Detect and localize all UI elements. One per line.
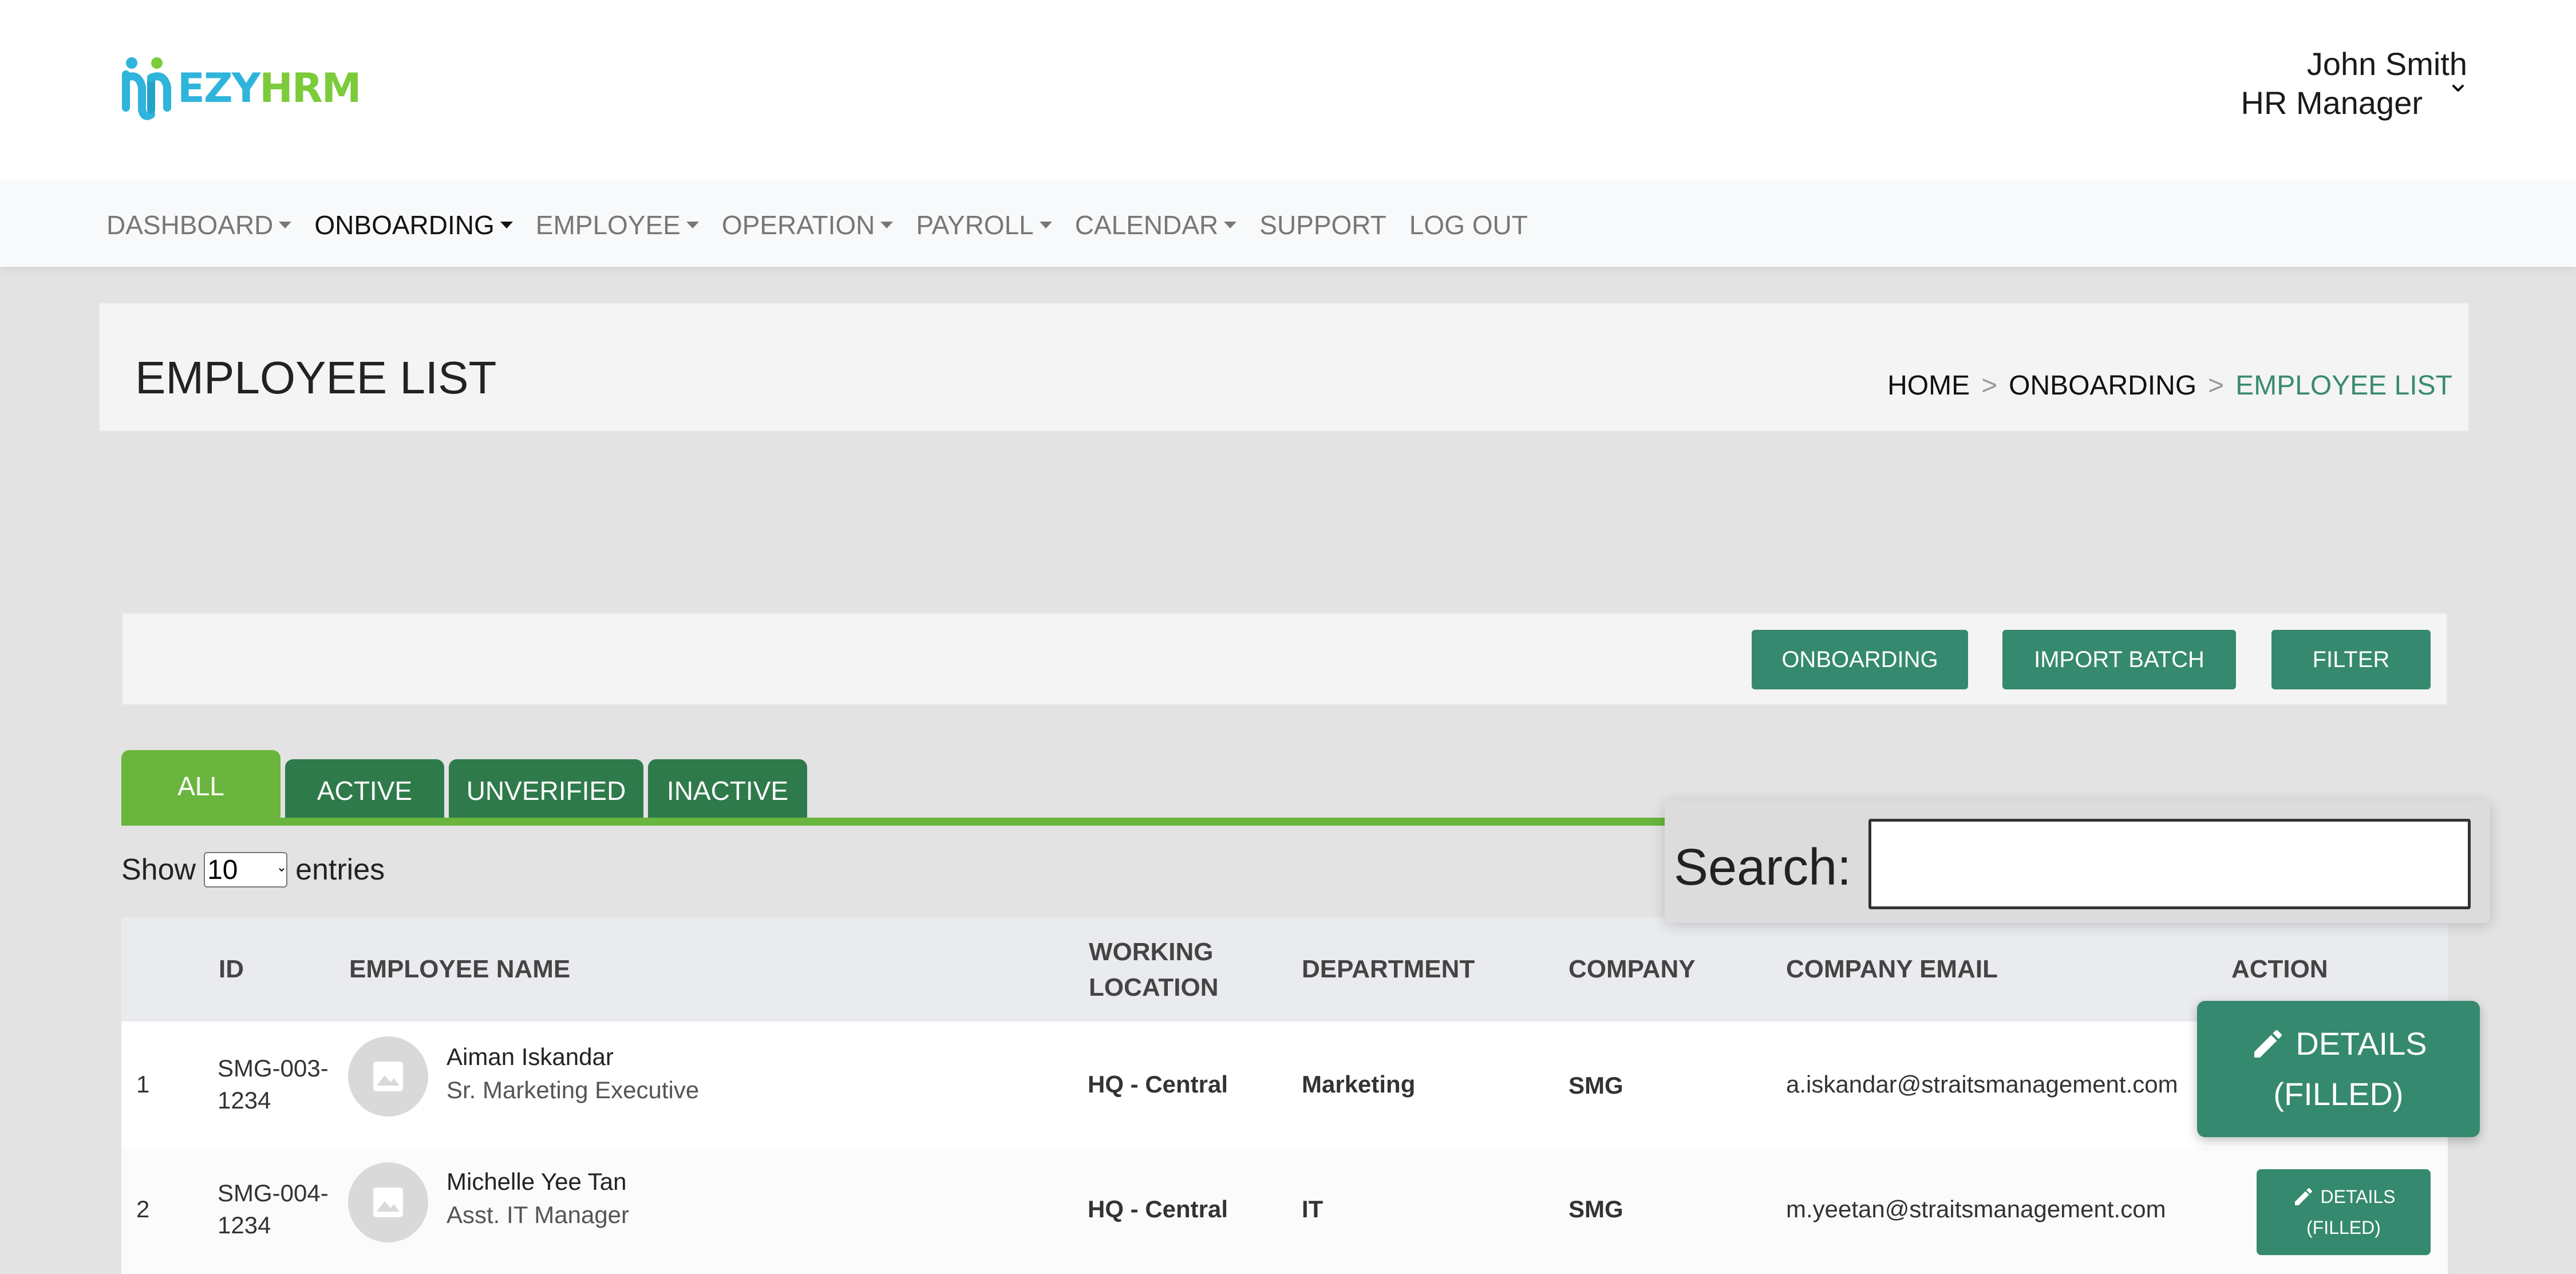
action-toolbar: ONBOARDING IMPORT BATCH FILTER — [121, 613, 2448, 705]
row-number: 2 — [136, 1196, 150, 1222]
filter-button[interactable]: FILTER — [2271, 630, 2431, 689]
table-header: ID EMPLOYEE NAME WORKING LOCATION DEPART… — [121, 917, 2448, 1021]
top-bar: EZYHRM John Smith HR Manager — [0, 0, 2576, 181]
details-status: (FILLED) — [2273, 1076, 2404, 1112]
header-action: ACTION — [2231, 955, 2328, 983]
breadcrumb-onboarding[interactable]: ONBOARDING — [2009, 370, 2196, 401]
import-batch-button[interactable]: IMPORT BATCH — [2002, 630, 2236, 689]
tab-unverified[interactable]: UNVERIFIED — [449, 759, 643, 822]
breadcrumb-home[interactable]: HOME — [1887, 370, 1970, 401]
user-role: HR Manager — [2241, 85, 2423, 121]
header-id[interactable]: ID — [219, 952, 244, 987]
company-email: m.yeetan@straitsmanagement.com — [1786, 1196, 2166, 1222]
image-placeholder-icon — [373, 1188, 403, 1217]
avatar — [348, 1036, 428, 1117]
nav-item-calendar[interactable]: CALENDAR — [1075, 210, 1237, 240]
logo-people-icon — [122, 57, 171, 120]
nav-item-operation[interactable]: OPERATION — [722, 210, 894, 240]
show-label: Show — [121, 853, 196, 886]
breadcrumb-separator: > — [2208, 370, 2225, 401]
pencil-icon — [2294, 1188, 2312, 1205]
entries-length-control: Show 10 entries — [121, 852, 385, 888]
nav-item-payroll[interactable]: PAYROLL — [916, 210, 1052, 240]
details-status: (FILLED) — [2306, 1217, 2381, 1238]
table-search: Search: — [1665, 800, 2490, 923]
search-label: Search: — [1674, 839, 1852, 896]
caret-down-icon — [1224, 222, 1237, 228]
main-navbar: DASHBOARD ONBOARDING EMPLOYEE OPERATION … — [0, 181, 2576, 267]
user-name: John Smith — [2306, 46, 2467, 82]
caret-down-icon — [500, 222, 513, 228]
caret-down-icon — [1039, 222, 1052, 228]
nav-item-onboarding[interactable]: ONBOARDING — [314, 210, 513, 240]
avatar — [348, 1162, 428, 1243]
employee-id-line2: 1234 — [218, 1087, 271, 1114]
employee-id-line1: SMG-004- — [218, 1180, 329, 1206]
header-working-location-line1: WORKING — [1089, 938, 1214, 966]
details-filled-button[interactable]: DETAILS (FILLED) — [2197, 1001, 2480, 1137]
tab-all[interactable]: ALL — [121, 750, 280, 822]
pencil-icon — [2254, 1030, 2282, 1058]
employee-id-line1: SMG-003- — [218, 1055, 329, 1082]
nav-item-employee[interactable]: EMPLOYEE — [536, 210, 699, 240]
department: IT — [1302, 1196, 1323, 1222]
header-company-email[interactable]: COMPANY EMAIL — [1786, 952, 1998, 987]
employee-id: SMG-003- 1234 — [218, 1052, 329, 1117]
logo-text: EZYHRM — [177, 65, 361, 112]
details-filled-button[interactable]: DETAILS (FILLED) — [2257, 1169, 2431, 1255]
employee-position: Sr. Marketing Executive — [447, 1076, 700, 1103]
working-location: HQ - Central — [1088, 1196, 1228, 1222]
breadcrumb-current: EMPLOYEE LIST — [2235, 370, 2452, 401]
row-number: 1 — [136, 1071, 150, 1098]
status-tabs: ALL ACTIVE UNVERIFIED INACTIVE — [121, 750, 812, 822]
entries-select[interactable]: 10 — [204, 852, 288, 888]
employee-id-line2: 1234 — [218, 1212, 271, 1238]
caret-down-icon — [686, 222, 699, 228]
header-employee-name[interactable]: EMPLOYEE NAME — [349, 952, 570, 987]
tab-underline — [121, 818, 1676, 826]
header-working-location-line2: LOCATION — [1089, 973, 1219, 1001]
ezyhrm-logo[interactable]: EZYHRM — [121, 55, 361, 121]
company: SMG — [1568, 1072, 1623, 1099]
department: Marketing — [1302, 1071, 1416, 1098]
company: SMG — [1568, 1196, 1623, 1222]
nav-menu: DASHBOARD ONBOARDING EMPLOYEE OPERATION … — [106, 210, 1551, 240]
breadcrumb-separator: > — [1981, 370, 1998, 401]
employee-name[interactable]: Aiman Iskandar — [447, 1043, 614, 1071]
employee-id: SMG-004- 1234 — [218, 1177, 329, 1241]
caret-down-icon — [880, 222, 894, 228]
table-row: 1 SMG-003- 1234 Aiman Iskandar Sr. Marke… — [121, 1021, 2448, 1147]
user-menu[interactable]: John Smith HR Manager — [2241, 45, 2467, 123]
chevron-down-icon[interactable] — [2447, 77, 2470, 100]
table-row: 2 SMG-004- 1234 Michelle Yee Tan Asst. I… — [121, 1147, 2448, 1273]
employee-position: Asst. IT Manager — [447, 1201, 630, 1228]
company-email: a.iskandar@straitsmanagement.com — [1786, 1071, 2178, 1098]
nav-item-dashboard[interactable]: DASHBOARD — [106, 210, 292, 240]
nav-item-logout[interactable]: LOG OUT — [1409, 210, 1528, 240]
breadcrumb: HOME > ONBOARDING > EMPLOYEE LIST — [1887, 370, 2452, 401]
tab-active[interactable]: ACTIVE — [285, 759, 444, 822]
page-header: EMPLOYEE LIST HOME > ONBOARDING > EMPLOY… — [98, 302, 2470, 432]
caret-down-icon — [279, 222, 292, 228]
header-department[interactable]: DEPARTMENT — [1302, 952, 1475, 987]
working-location: HQ - Central — [1088, 1071, 1228, 1098]
onboarding-button[interactable]: ONBOARDING — [1752, 630, 1968, 689]
header-working-location[interactable]: WORKING LOCATION — [1089, 934, 1219, 1005]
employee-table: ID EMPLOYEE NAME WORKING LOCATION DEPART… — [121, 917, 2448, 1274]
search-input[interactable] — [1868, 819, 2471, 909]
nav-item-support[interactable]: SUPPORT — [1259, 210, 1386, 240]
header-company[interactable]: COMPANY — [1568, 952, 1696, 987]
details-label: DETAILS — [2296, 1025, 2427, 1062]
tab-inactive[interactable]: INACTIVE — [648, 759, 807, 822]
image-placeholder-icon — [373, 1062, 403, 1091]
employee-name[interactable]: Michelle Yee Tan — [447, 1168, 626, 1196]
details-label: DETAILS — [2320, 1186, 2396, 1207]
entries-label: entries — [295, 853, 385, 886]
page-title: EMPLOYEE LIST — [135, 352, 497, 403]
